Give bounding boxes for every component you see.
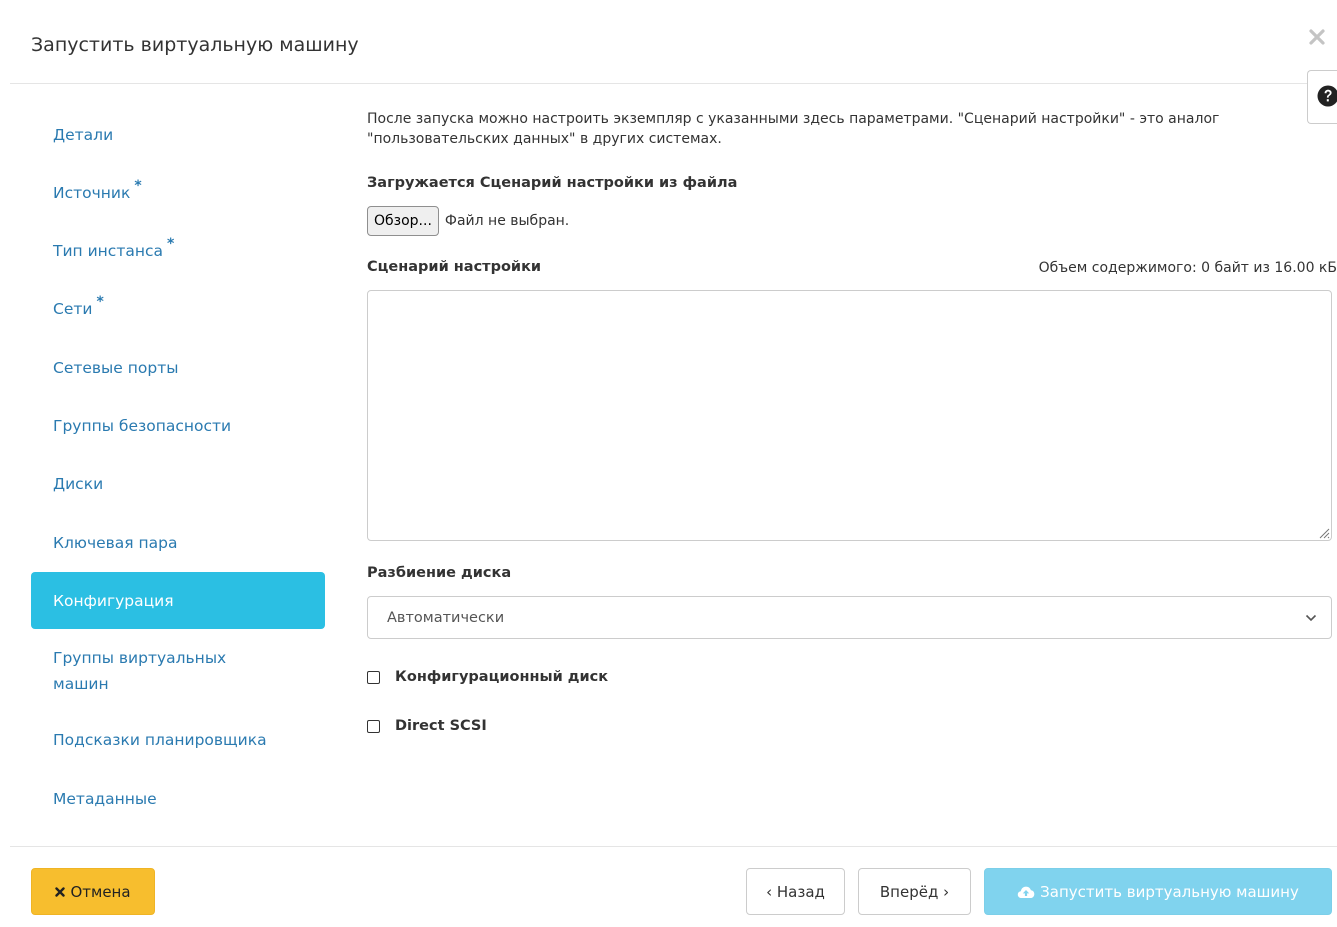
- help-text: После запуска можно настроить экземпляр …: [367, 111, 1220, 147]
- header-divider: [10, 83, 1337, 84]
- nav-item-network-ports[interactable]: Сетевые порты: [31, 339, 325, 396]
- disk-partition-label: Разбиение диска: [367, 565, 512, 581]
- nav-item-server-groups[interactable]: Группы виртуальных машин: [31, 631, 325, 711]
- nav-item-security-groups[interactable]: Группы безопасности: [31, 397, 325, 454]
- file-upload-row: Обзор... Файл не выбран.: [367, 206, 569, 236]
- footer-divider: [10, 846, 1337, 847]
- cancel-label: Отмена: [70, 882, 131, 901]
- modal-title: Запустить виртуальную машину: [31, 34, 359, 56]
- file-upload-label: Загружается Сценарий настройки из файла: [367, 175, 738, 191]
- config-drive-checkbox[interactable]: [367, 670, 380, 684]
- launch-instance-button[interactable]: Запустить виртуальную машину: [984, 868, 1332, 915]
- required-mark: *: [167, 236, 175, 253]
- close-icon: [55, 886, 66, 897]
- question-circle-icon: [1317, 85, 1337, 107]
- nav-item-source[interactable]: Источник *: [31, 164, 325, 221]
- nav-item-configuration[interactable]: Конфигурация: [31, 572, 325, 630]
- direct-scsi-label: Direct SCSI: [395, 718, 487, 734]
- resize-grip-icon[interactable]: [1318, 527, 1330, 539]
- browse-button[interactable]: Обзор...: [367, 206, 439, 236]
- launch-label: Запустить виртуальную машину: [1040, 882, 1299, 901]
- wizard-nav: Детали Источник * Тип инстанса * Сети * Сет…: [31, 106, 325, 829]
- disk-partition-value: Автоматически: [387, 609, 505, 626]
- close-icon: [1309, 29, 1325, 45]
- direct-scsi-checkbox[interactable]: [367, 719, 380, 733]
- file-status: Файл не выбран.: [444, 213, 570, 229]
- next-button[interactable]: Вперёд ›: [858, 868, 971, 915]
- nav-item-details[interactable]: Детали: [31, 106, 325, 163]
- direct-scsi-row: Direct SCSI: [367, 718, 487, 734]
- required-mark: *: [96, 294, 104, 311]
- nav-item-key-pair[interactable]: Ключевая пара: [31, 514, 325, 571]
- required-mark: *: [134, 177, 142, 194]
- chevron-down-icon: [1305, 614, 1317, 621]
- cancel-button[interactable]: Отмена: [31, 868, 155, 915]
- script-label: Сценарий настройки: [367, 259, 542, 275]
- content-size-info: Объем содержимого: 0 байт из 16.00 кБ: [1038, 260, 1337, 276]
- nav-item-flavor[interactable]: Тип инстанса *: [31, 223, 325, 280]
- nav-item-networks[interactable]: Сети *: [31, 281, 325, 338]
- disk-partition-select[interactable]: Автоматически: [367, 596, 1332, 639]
- close-button[interactable]: [1306, 28, 1328, 50]
- customization-script-textarea[interactable]: [367, 290, 1332, 541]
- config-drive-label: Конфигурационный диск: [395, 669, 609, 685]
- cloud-upload-icon: [1017, 886, 1035, 898]
- back-button[interactable]: ‹ Назад: [746, 868, 845, 915]
- nav-item-disks[interactable]: Диски: [31, 456, 325, 513]
- help-button[interactable]: [1307, 70, 1337, 124]
- nav-item-metadata[interactable]: Метаданные: [31, 770, 325, 827]
- config-drive-row: Конфигурационный диск: [367, 669, 608, 685]
- nav-item-scheduler-hints[interactable]: Подсказки планировщика: [31, 712, 325, 769]
